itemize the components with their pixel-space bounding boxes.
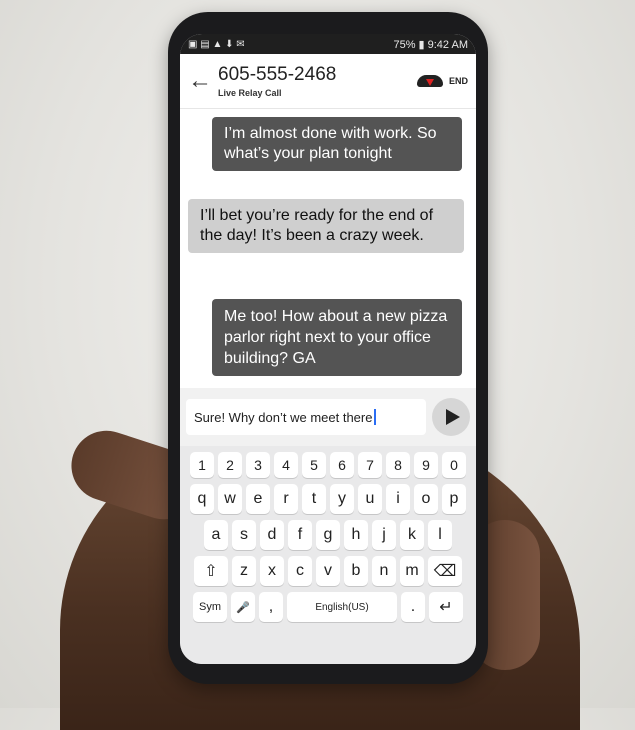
message-input-text: Sure! Why don’t we meet there (194, 409, 373, 425)
space-key[interactable]: English(US) (287, 592, 397, 622)
status-icons: ▣ ▤ ▲ ⬇ ✉ (188, 38, 245, 50)
key-f[interactable]: f (288, 520, 312, 550)
key-a[interactable]: a (204, 520, 228, 550)
end-call-icon (416, 75, 443, 87)
key-y[interactable]: y (330, 484, 354, 514)
key-5[interactable]: 5 (302, 452, 326, 478)
message-list: I’m almost done with work. So what’s you… (180, 109, 476, 434)
sym-key[interactable]: Sym (193, 592, 227, 622)
key-j[interactable]: j (372, 520, 396, 550)
key-3[interactable]: 3 (246, 452, 270, 478)
key-7[interactable]: 7 (358, 452, 382, 478)
shift-key[interactable]: ⇧ (194, 556, 228, 586)
key-z[interactable]: z (232, 556, 256, 586)
key-g[interactable]: g (316, 520, 340, 550)
key-8[interactable]: 8 (386, 452, 410, 478)
key-p[interactable]: p (442, 484, 466, 514)
phone: ▣ ▤ ▲ ⬇ ✉ 75% ▮ 9:42 AM ← 605-555-2468 L… (168, 12, 488, 684)
header-text: 605-555-2468 Live Relay Call (218, 64, 417, 98)
comma-key[interactable]: , (259, 592, 283, 622)
send-button[interactable] (432, 398, 470, 436)
key-c[interactable]: c (288, 556, 312, 586)
backspace-key[interactable]: ⌫ (428, 556, 462, 586)
end-call-button[interactable]: END (416, 75, 468, 87)
call-type-label: Live Relay Call (218, 88, 282, 98)
message-input[interactable]: Sure! Why don’t we meet there (186, 399, 426, 435)
message-incoming: I’ll bet you’re ready for the end of the… (188, 199, 464, 253)
key-x[interactable]: x (260, 556, 284, 586)
mic-icon[interactable]: 🎤 (231, 592, 255, 622)
call-header: ← 605-555-2468 Live Relay Call END (180, 54, 476, 109)
status-bar: ▣ ▤ ▲ ⬇ ✉ 75% ▮ 9:42 AM (180, 34, 476, 54)
key-m[interactable]: m (400, 556, 424, 586)
message-composer: Sure! Why don’t we meet there (180, 388, 476, 446)
key-1[interactable]: 1 (190, 452, 214, 478)
status-right: 75% ▮ 9:42 AM (393, 38, 468, 51)
period-key[interactable]: . (401, 592, 425, 622)
key-n[interactable]: n (372, 556, 396, 586)
keyboard-row-numbers: 1 2 3 4 5 6 7 8 9 0 (184, 452, 472, 478)
key-o[interactable]: o (414, 484, 438, 514)
key-q[interactable]: q (190, 484, 214, 514)
enter-key[interactable]: ↵ (429, 592, 463, 622)
key-s[interactable]: s (232, 520, 256, 550)
key-h[interactable]: h (344, 520, 368, 550)
end-call-label: END (448, 76, 468, 86)
key-0[interactable]: 0 (442, 452, 466, 478)
key-k[interactable]: k (400, 520, 424, 550)
key-v[interactable]: v (316, 556, 340, 586)
key-9[interactable]: 9 (414, 452, 438, 478)
message-outgoing: Me too! How about a new pizza parlor rig… (212, 299, 462, 376)
key-t[interactable]: t (302, 484, 326, 514)
key-d[interactable]: d (260, 520, 284, 550)
key-u[interactable]: u (358, 484, 382, 514)
key-e[interactable]: e (246, 484, 270, 514)
send-icon (445, 409, 460, 425)
keyboard-row-1: q w e r t y u i o p (184, 484, 472, 514)
keyboard: 1 2 3 4 5 6 7 8 9 0 q w e r t y u i o p … (180, 446, 476, 664)
key-4[interactable]: 4 (274, 452, 298, 478)
key-6[interactable]: 6 (330, 452, 354, 478)
keyboard-row-4: Sym 🎤 , English(US) . ↵ (184, 592, 472, 622)
text-caret (374, 409, 377, 425)
key-2[interactable]: 2 (218, 452, 242, 478)
keyboard-row-2: a s d f g h j k l (184, 520, 472, 550)
message-outgoing: I’m almost done with work. So what’s you… (212, 117, 462, 171)
keyboard-row-3: ⇧ z x c v b n m ⌫ (184, 556, 472, 586)
key-w[interactable]: w (218, 484, 242, 514)
back-arrow-icon[interactable]: ← (188, 67, 214, 95)
key-b[interactable]: b (344, 556, 368, 586)
phone-screen: ▣ ▤ ▲ ⬇ ✉ 75% ▮ 9:42 AM ← 605-555-2468 L… (180, 34, 476, 664)
key-l[interactable]: l (428, 520, 452, 550)
key-r[interactable]: r (274, 484, 298, 514)
phone-number: 605-555-2468 (218, 64, 337, 85)
key-i[interactable]: i (386, 484, 410, 514)
